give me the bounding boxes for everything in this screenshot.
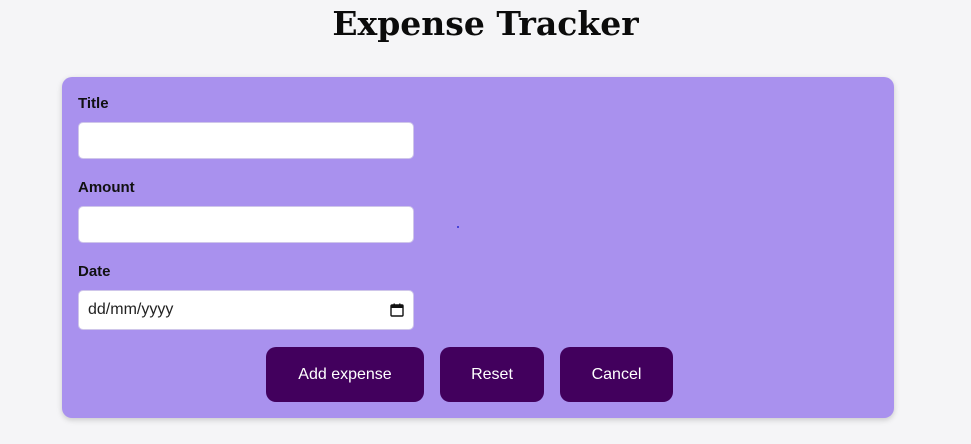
date-input-placeholder: dd/mm/yyyy [88,301,174,318]
cancel-button[interactable]: Cancel [560,347,673,402]
amount-label: Amount [78,179,135,196]
expense-form: Title Amount Date dd/mm/yyyy Add expense… [62,77,894,418]
amount-input[interactable] [78,206,414,243]
date-input[interactable]: dd/mm/yyyy [78,290,414,330]
reset-button[interactable]: Reset [440,347,544,402]
stray-dot [457,226,459,228]
page-title: Expense Tracker [332,4,639,43]
add-expense-button[interactable]: Add expense [266,347,424,402]
date-label: Date [78,263,111,280]
calendar-icon[interactable] [390,303,404,317]
title-input[interactable] [78,122,414,159]
title-label: Title [78,95,109,112]
